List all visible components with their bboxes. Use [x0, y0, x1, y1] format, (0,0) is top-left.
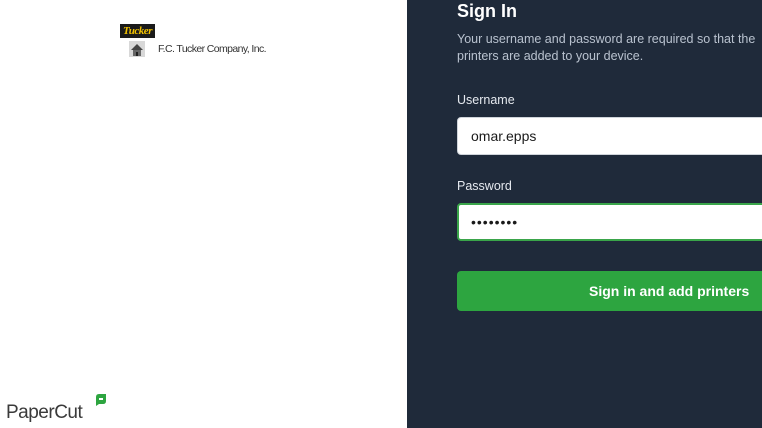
signin-description: Your username and password are required …	[457, 32, 756, 63]
signin-add-printers-button[interactable]: Sign in and add printers	[457, 271, 762, 311]
company-logo: Tucker F.C. Tucker Company, Inc.	[120, 24, 280, 60]
company-logo-wordmark: Tucker	[120, 24, 155, 38]
company-logo-mark: Tucker	[120, 24, 156, 60]
username-input[interactable]	[457, 117, 762, 155]
password-input[interactable]	[457, 203, 762, 241]
username-label: Username	[457, 93, 515, 107]
signin-panel: Sign In Your username and password are r…	[407, 0, 762, 428]
papercut-logo: PaperCut	[6, 393, 116, 425]
password-label: Password	[457, 179, 512, 193]
papercut-leaf-icon	[96, 394, 106, 406]
papercut-wordmark: PaperCut	[6, 402, 83, 423]
branding-panel: Tucker F.C. Tucker Company, Inc. PaperCu…	[0, 0, 407, 428]
house-icon	[129, 41, 145, 57]
signin-title: Sign In	[457, 1, 517, 21]
company-name: F.C. Tucker Company, Inc.	[158, 43, 267, 55]
